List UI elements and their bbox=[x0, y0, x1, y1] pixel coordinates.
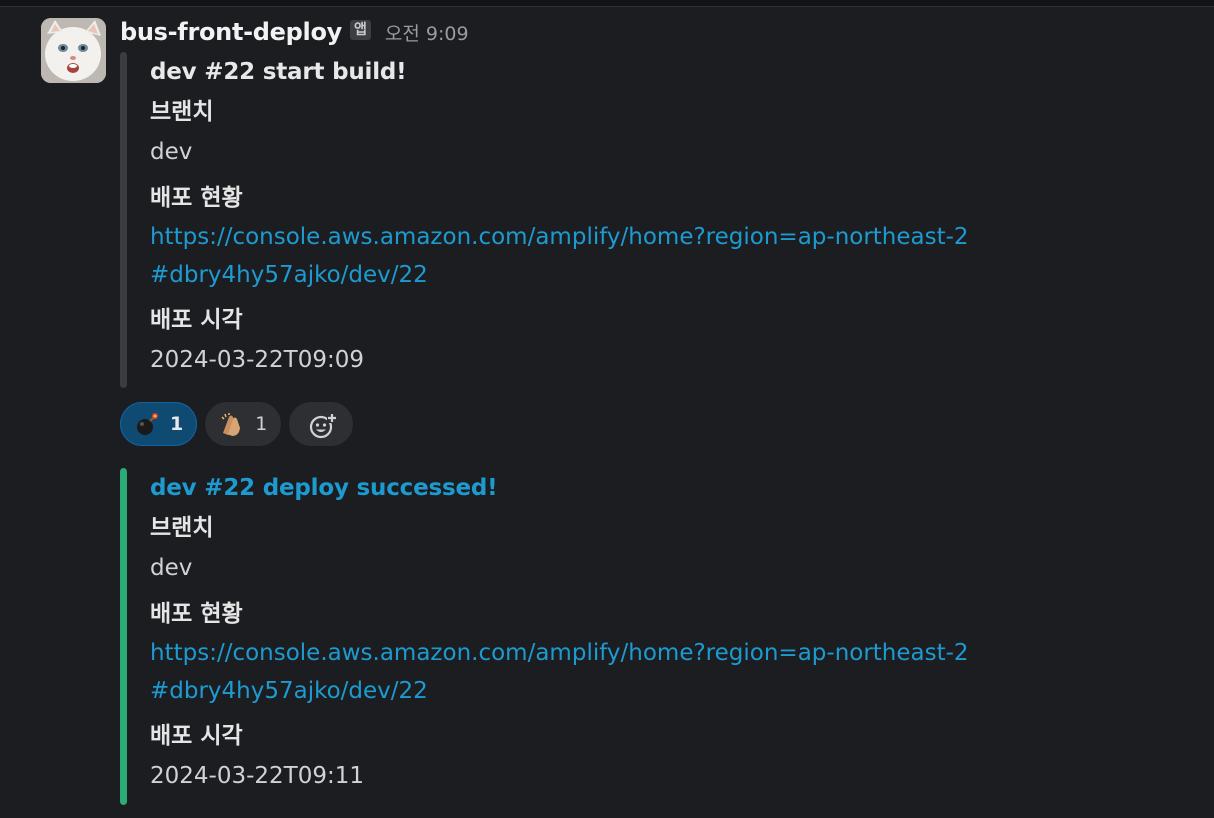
field-branch-value: dev bbox=[150, 139, 193, 165]
message-timestamp[interactable]: 오전 9:09 bbox=[385, 19, 469, 46]
attachment-start-build: dev #22 start build! 브랜치 dev 배포 현황 https… bbox=[120, 52, 1020, 388]
cat-avatar-icon bbox=[41, 18, 106, 83]
app-badge: 앱 bbox=[350, 20, 371, 40]
attachment-content: dev #22 deploy successed! 브랜치 dev 배포 현황 … bbox=[150, 468, 1020, 796]
attachment-content: dev #22 start build! 브랜치 dev 배포 현황 https… bbox=[150, 52, 1020, 380]
attachment-color-bar bbox=[120, 468, 127, 805]
field-branch-label: 브랜치 bbox=[150, 515, 214, 541]
field-status-link[interactable]: https://console.aws.amazon.com/amplify/h… bbox=[150, 218, 980, 294]
clapping-hands-emoji-icon bbox=[219, 411, 245, 437]
field-status-link[interactable]: https://console.aws.amazon.com/amplify/h… bbox=[150, 634, 980, 710]
field-status-label: 배포 현황 bbox=[150, 185, 243, 211]
field-branch-value: dev bbox=[150, 555, 193, 581]
field-time-label: 배포 시각 bbox=[150, 723, 243, 749]
message-header: bus-front-deploy 앱 오전 9:09 bbox=[120, 16, 469, 48]
field-time-label: 배포 시각 bbox=[150, 307, 243, 333]
attachment-title-link[interactable]: dev #22 deploy successed! bbox=[150, 468, 1020, 508]
avatar[interactable] bbox=[41, 18, 106, 83]
add-reaction-button[interactable] bbox=[289, 402, 354, 446]
field-branch-label: 브랜치 bbox=[150, 99, 214, 125]
reaction-count: 1 bbox=[255, 413, 268, 435]
sender-name[interactable]: bus-front-deploy bbox=[120, 18, 342, 46]
reaction-bomb[interactable]: 1 bbox=[120, 402, 198, 446]
add-reaction-icon bbox=[308, 411, 338, 439]
bomb-emoji-icon bbox=[134, 411, 160, 437]
top-divider bbox=[0, 0, 1214, 7]
reaction-count: 1 bbox=[170, 413, 184, 435]
attachment-deploy-success: dev #22 deploy successed! 브랜치 dev 배포 현황 … bbox=[120, 468, 1020, 805]
field-time-value: 2024-03-22T09:11 bbox=[150, 763, 364, 789]
attachment-title: dev #22 start build! bbox=[150, 59, 407, 85]
field-status-label: 배포 현황 bbox=[150, 601, 243, 627]
field-time-value: 2024-03-22T09:09 bbox=[150, 347, 364, 373]
reaction-clap[interactable]: 1 bbox=[205, 402, 282, 446]
attachment-color-bar bbox=[120, 52, 127, 388]
reactions-bar: 1 1 bbox=[120, 402, 354, 446]
